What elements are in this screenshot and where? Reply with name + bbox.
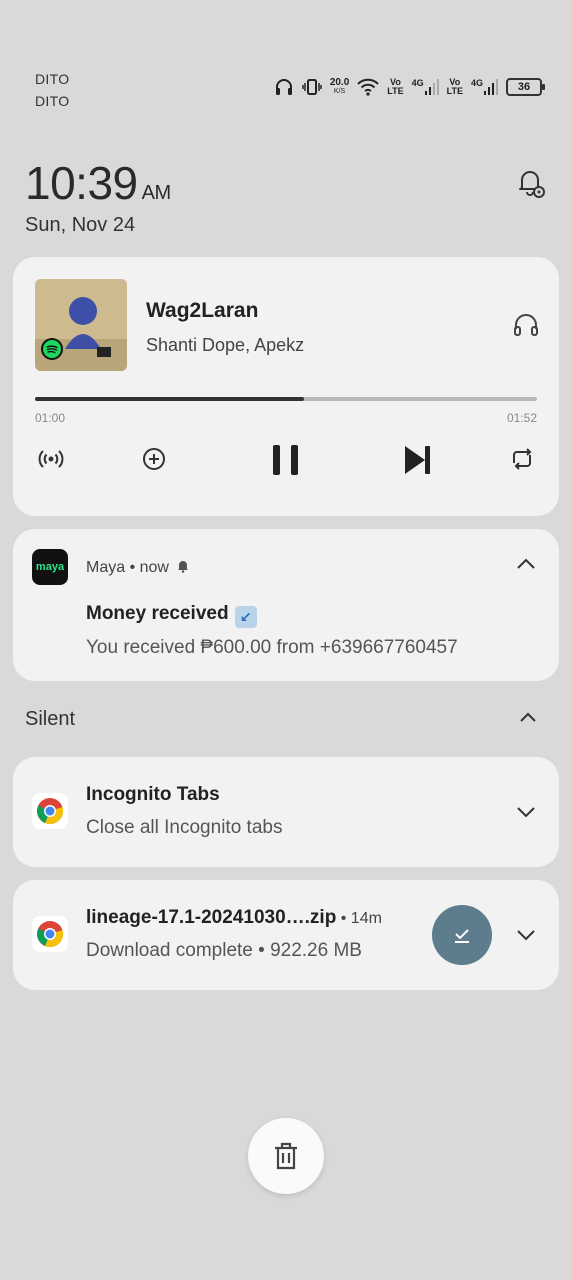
notification-settings-icon[interactable] [513, 166, 547, 205]
notification-title: Incognito Tabs [86, 784, 220, 805]
notification-text: You received ₱600.00 from +639667760457 [86, 637, 458, 658]
sim1-signal-icon: 4G [412, 79, 439, 95]
collapse-silent-icon[interactable] [518, 710, 538, 729]
chrome-icon [32, 793, 68, 829]
trash-icon [275, 1142, 297, 1170]
bell-icon [176, 559, 190, 578]
notification-title: Money received ↙ [86, 603, 257, 628]
clock[interactable]: 10:39 AM [25, 156, 547, 210]
headphones-icon [274, 78, 294, 96]
sim2-signal-icon: 4G [471, 79, 498, 95]
spotify-icon [41, 338, 63, 365]
status-bar: DITO DITO 20.0 K/S Vo LTE 4G Vo LTE 4G 3… [35, 68, 545, 112]
total-time: 01:52 [506, 411, 537, 425]
album-art [35, 279, 127, 371]
chrome-icon [32, 916, 68, 952]
notification-text: Download complete • 922.26 MB [86, 940, 362, 961]
arrow-emoji-icon: ↙ [234, 606, 257, 628]
wifi-icon [357, 78, 379, 96]
pause-icon[interactable] [270, 443, 302, 482]
maya-notification[interactable]: maya Maya • now Money received ↙ You rece… [13, 529, 559, 681]
download-done-button[interactable] [432, 905, 492, 965]
maya-app-icon: maya [32, 549, 68, 585]
battery-icon: 36 [506, 78, 545, 96]
notification-header: Maya • now [86, 559, 190, 578]
clear-all-button[interactable] [248, 1118, 324, 1194]
silent-section-label: Silent [25, 708, 76, 730]
elapsed-time: 01:00 [35, 411, 66, 425]
seek-bar-progress [35, 397, 305, 401]
status-icons: 20.0 K/S Vo LTE 4G Vo LTE 4G 36 [274, 77, 545, 96]
download-done-icon [455, 929, 469, 943]
sim1-volte: Vo LTE [387, 77, 404, 96]
header: 10:39 AM Sun, Nov 24 [25, 156, 547, 237]
broadcast-icon[interactable] [37, 445, 65, 478]
skip-next-icon[interactable] [403, 443, 433, 482]
seek-bar[interactable] [35, 397, 537, 401]
media-player-card[interactable]: Wag2Laran Shanti Dope, Apekz 01:00 01:52 [13, 257, 559, 516]
incognito-notification[interactable]: Incognito Tabs Close all Incognito tabs [13, 757, 559, 867]
date[interactable]: Sun, Nov 24 [25, 214, 547, 237]
download-notification[interactable]: lineage-17.1-20241030….zip • 14m Downloa… [13, 880, 559, 990]
expand-icon[interactable] [515, 805, 537, 824]
repeat-icon[interactable] [508, 445, 536, 478]
notification-title: lineage-17.1-20241030….zip • 14m [86, 907, 382, 928]
expand-icon[interactable] [515, 928, 537, 947]
vibrate-icon [302, 78, 322, 96]
song-title: Wag2Laran [146, 299, 259, 322]
collapse-icon[interactable] [515, 557, 537, 576]
output-device-icon[interactable] [513, 313, 539, 342]
add-icon[interactable] [140, 445, 168, 478]
sim2-volte: Vo LTE [446, 77, 463, 96]
net-speed: 20.0 K/S [329, 77, 350, 96]
notification-text: Close all Incognito tabs [86, 817, 283, 838]
song-artist: Shanti Dope, Apekz [146, 335, 305, 355]
